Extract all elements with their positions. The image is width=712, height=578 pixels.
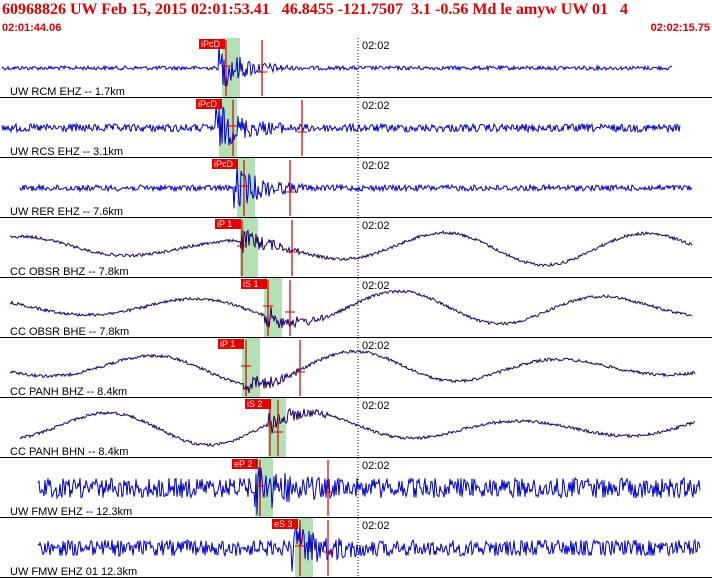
time-tick-label: 02:02 (362, 160, 390, 172)
time-tick-label: 02:02 (362, 280, 390, 292)
start-time: 02:01:44.06 (2, 22, 62, 34)
pick-label: iPcD (198, 99, 218, 109)
trace-row[interactable]: 02:02 iS 1 CC OBSR BHE -- 7.8km (0, 278, 712, 338)
pick-label: iS 1 (243, 279, 259, 289)
pick-label: iP 1 (217, 219, 232, 229)
station-label: UW FMW EHZ 01 12.3km (10, 566, 137, 578)
trace-row[interactable]: 02:02 iP 1 CC OBSR BHZ -- 7.8km (0, 218, 712, 278)
station-label: CC OBSR BHZ -- 7.8km (10, 266, 129, 278)
pick-label: eP 2 (234, 459, 252, 469)
pick-label: iS 2 (247, 399, 263, 409)
time-tick-label: 02:02 (362, 40, 390, 52)
waveform (19, 165, 693, 209)
trace-row[interactable]: 02:02 iPcD UW RER EHZ -- 7.6km (0, 158, 712, 218)
event-title: 60968826 UW Feb 15, 2015 02:01:53.41 46.… (2, 1, 629, 18)
station-label: UW FMW EHZ -- 12.3km (10, 506, 132, 518)
waveform (9, 289, 693, 330)
trace-row[interactable]: 02:02 iPcD UW RCM EHZ -- 1.7km (0, 38, 712, 98)
time-tick-label: 02:02 (362, 460, 390, 472)
seismogram-panel[interactable]: 02:02 iPcD UW RCM EHZ -- 1.7km 02:02 iPcD UW … (0, 38, 712, 578)
station-label: UW RCM EHZ -- 1.7km (10, 86, 125, 98)
event-header: 60968826 UW Feb 15, 2015 02:01:53.41 46.… (0, 0, 712, 38)
waveform (1, 105, 681, 146)
trace-row[interactable]: 02:02 iS 2 CC PANH BHN -- 8.4km (0, 398, 712, 458)
time-tick-label: 02:02 (362, 100, 390, 112)
time-tick-label: 02:02 (362, 220, 390, 232)
trace-row[interactable]: 02:02 iP 1 CC PANH BHZ -- 8.4km (0, 338, 712, 398)
pick-label: iPcD (201, 39, 221, 49)
trace-row[interactable]: 02:02 eP 2 UW FMW EHZ -- 12.3km (0, 458, 712, 518)
end-time: 02:02:15.75 (650, 22, 710, 34)
pick-label: iPcD (214, 159, 234, 169)
pick-label: eS 3 (274, 519, 293, 529)
waveform (37, 467, 701, 516)
waveform (1, 44, 672, 87)
station-label: UW RCS EHZ -- 3.1km (10, 146, 123, 158)
time-tick-label: 02:02 (362, 400, 390, 412)
station-label: CC PANH BHN -- 8.4km (10, 446, 128, 458)
waveform (9, 228, 693, 268)
station-label: CC OBSR BHE -- 7.8km (10, 326, 129, 338)
time-tick-label: 02:02 (362, 520, 390, 532)
pick-label: iP 1 (220, 339, 235, 349)
station-label: CC PANH BHZ -- 8.4km (10, 386, 127, 398)
time-tick-label: 02:02 (362, 340, 390, 352)
trace-row[interactable]: 02:02 iPcD UW RCS EHZ -- 3.1km (0, 98, 712, 158)
trace-row[interactable]: 02:02 eS 3 UW FMW EHZ 01 12.3km (0, 518, 712, 578)
station-label: UW RER EHZ -- 7.6km (10, 206, 123, 218)
